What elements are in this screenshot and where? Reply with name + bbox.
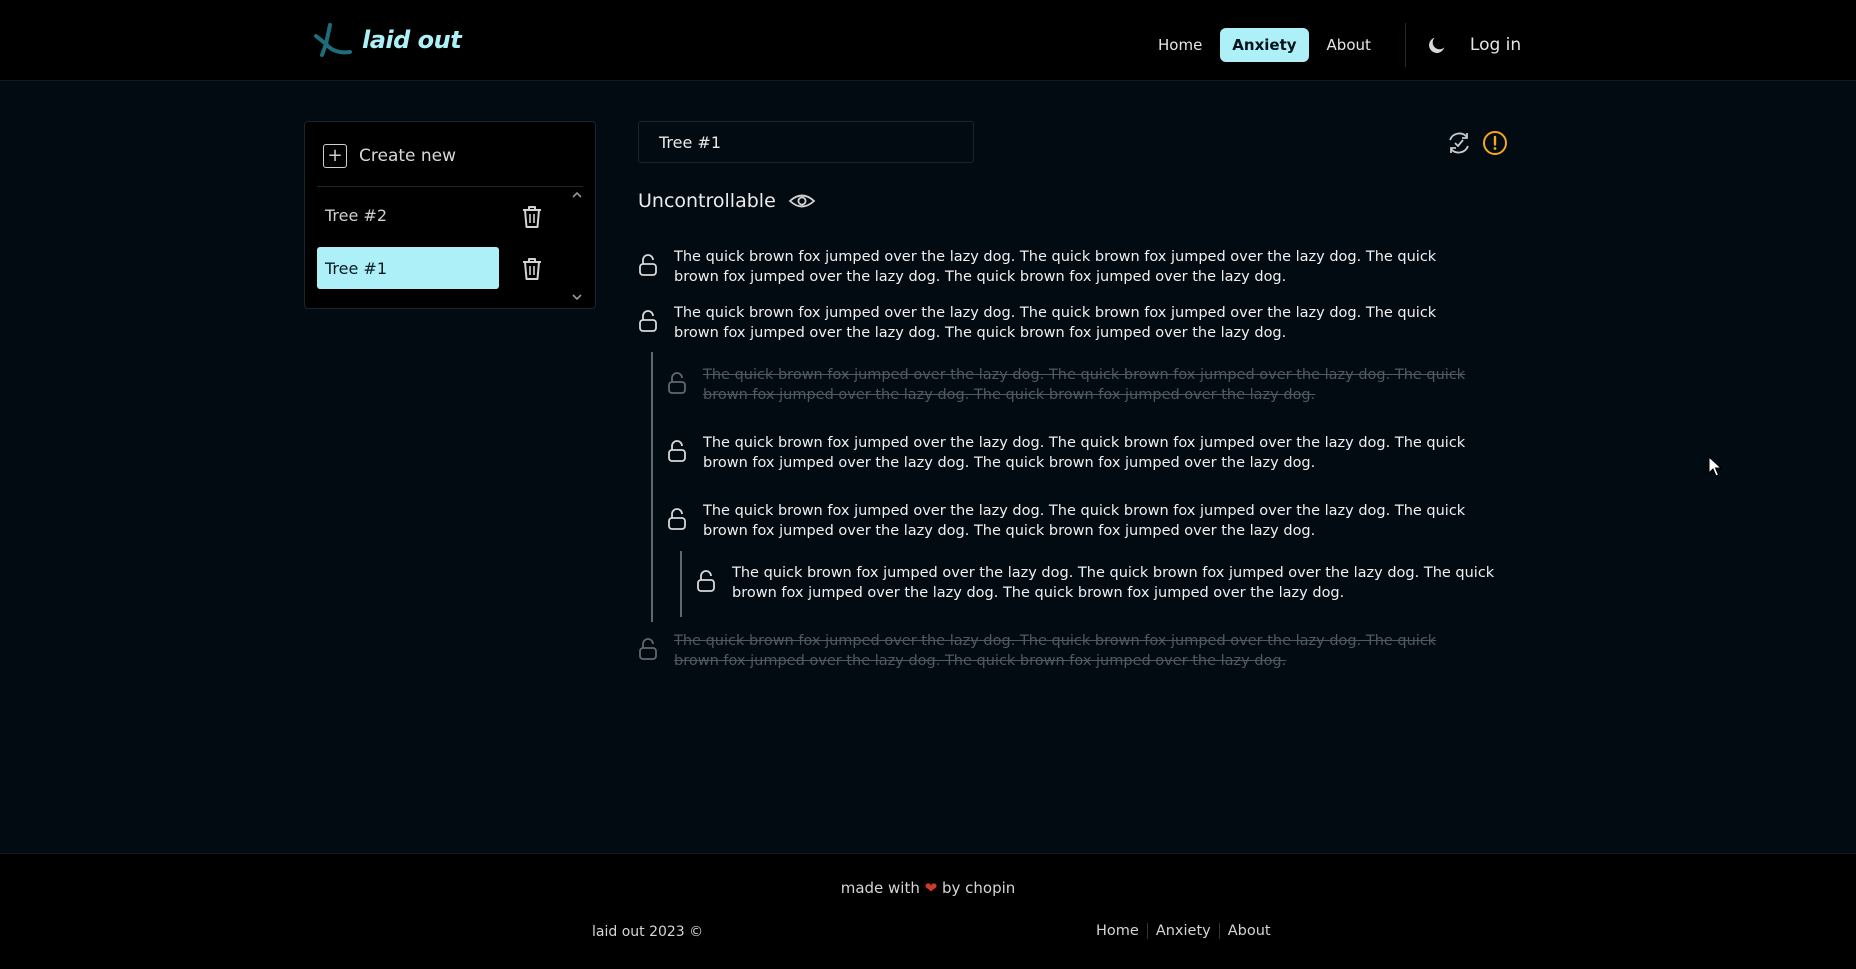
scroll-down-icon[interactable] xyxy=(571,292,583,302)
entry-text[interactable]: The quick brown fox jumped over the lazy… xyxy=(703,433,1507,473)
unlock-icon[interactable] xyxy=(638,309,658,333)
tree-item-1[interactable]: Tree #1 xyxy=(317,247,499,289)
entry-text[interactable]: The quick brown fox jumped over the lazy… xyxy=(732,563,1508,603)
made-with-prefix: made with xyxy=(840,879,920,897)
nav-home[interactable]: Home xyxy=(1146,28,1214,62)
footer-link-about[interactable]: About xyxy=(1220,923,1279,939)
section-heading: Uncontrollable xyxy=(638,190,816,212)
unlock-icon[interactable] xyxy=(638,253,658,277)
footer-nav: Home Anxiety About xyxy=(1088,923,1279,939)
logo[interactable]: laid out xyxy=(312,22,462,58)
trash-icon[interactable] xyxy=(521,205,543,229)
tree-item-label: Tree #1 xyxy=(325,258,388,278)
tree-branch-line xyxy=(680,551,682,617)
plus-icon: + xyxy=(323,144,347,168)
nav-about[interactable]: About xyxy=(1315,28,1383,62)
entry-text[interactable]: The quick brown fox jumped over the lazy… xyxy=(674,247,1478,287)
unlock-icon[interactable] xyxy=(638,637,658,661)
tree-title-input[interactable]: Tree #1 xyxy=(638,121,974,163)
eye-icon[interactable] xyxy=(788,191,816,211)
nav-divider xyxy=(1404,23,1406,67)
copyright: laid out 2023 © xyxy=(592,924,704,940)
entry-text[interactable]: The quick brown fox jumped over the lazy… xyxy=(674,303,1478,343)
tree-branch-line xyxy=(651,352,653,622)
tree-entry-completed: The quick brown fox jumped over the lazy… xyxy=(638,631,1478,671)
mouse-cursor-icon xyxy=(1708,456,1722,477)
create-new-label: Create new xyxy=(359,146,457,166)
sidebar-divider xyxy=(317,186,583,187)
footer: made with ❤ by chopin laid out 2023 © Ho… xyxy=(0,853,1856,969)
tree-entry: The quick brown fox jumped over the lazy… xyxy=(638,303,1478,343)
status-icons xyxy=(1446,130,1518,156)
sidebar-scrollbar[interactable] xyxy=(571,190,583,302)
entry-text[interactable]: The quick brown fox jumped over the lazy… xyxy=(674,631,1478,671)
entry-text[interactable]: The quick brown fox jumped over the lazy… xyxy=(703,501,1507,541)
logo-icon xyxy=(314,23,352,57)
create-new-button[interactable]: + Create new xyxy=(323,144,456,168)
footer-link-anxiety[interactable]: Anxiety xyxy=(1148,923,1220,939)
made-with-suffix: by chopin xyxy=(942,879,1016,897)
moon-icon[interactable] xyxy=(1426,34,1448,56)
unlock-icon[interactable] xyxy=(667,439,687,463)
section-title: Uncontrollable xyxy=(638,190,776,212)
tree-entry: The quick brown fox jumped over the lazy… xyxy=(696,563,1508,603)
tree-item-2[interactable]: Tree #2 xyxy=(317,194,499,236)
scroll-up-icon[interactable] xyxy=(571,190,583,200)
nav-anxiety[interactable]: Anxiety xyxy=(1220,28,1309,62)
heart-icon: ❤ xyxy=(924,879,938,897)
unlock-icon[interactable] xyxy=(696,569,716,593)
unlock-icon[interactable] xyxy=(667,507,687,531)
tree-entry: The quick brown fox jumped over the lazy… xyxy=(667,501,1507,541)
tree-entry-completed: The quick brown fox jumped over the lazy… xyxy=(667,365,1507,405)
footer-link-home[interactable]: Home xyxy=(1088,923,1148,939)
unlock-icon[interactable] xyxy=(667,371,687,395)
tree-item-label: Tree #2 xyxy=(325,205,388,225)
trash-icon[interactable] xyxy=(521,257,543,281)
entry-text[interactable]: The quick brown fox jumped over the lazy… xyxy=(703,365,1507,405)
tree-entry: The quick brown fox jumped over the lazy… xyxy=(667,433,1507,473)
tree-sidebar: + Create new Tree #2 Tree #1 xyxy=(304,121,596,309)
tree-entry: The quick brown fox jumped over the lazy… xyxy=(638,247,1478,287)
login-link[interactable]: Log in xyxy=(1470,35,1521,55)
warning-icon[interactable] xyxy=(1482,130,1508,156)
main-nav: Home Anxiety About Log in xyxy=(1146,23,1521,67)
logo-text: laid out xyxy=(362,26,462,54)
top-bar: laid out Home Anxiety About Log in xyxy=(0,0,1856,81)
sync-check-icon[interactable] xyxy=(1446,130,1472,156)
made-with-credit: made with ❤ by chopin xyxy=(0,879,1856,897)
